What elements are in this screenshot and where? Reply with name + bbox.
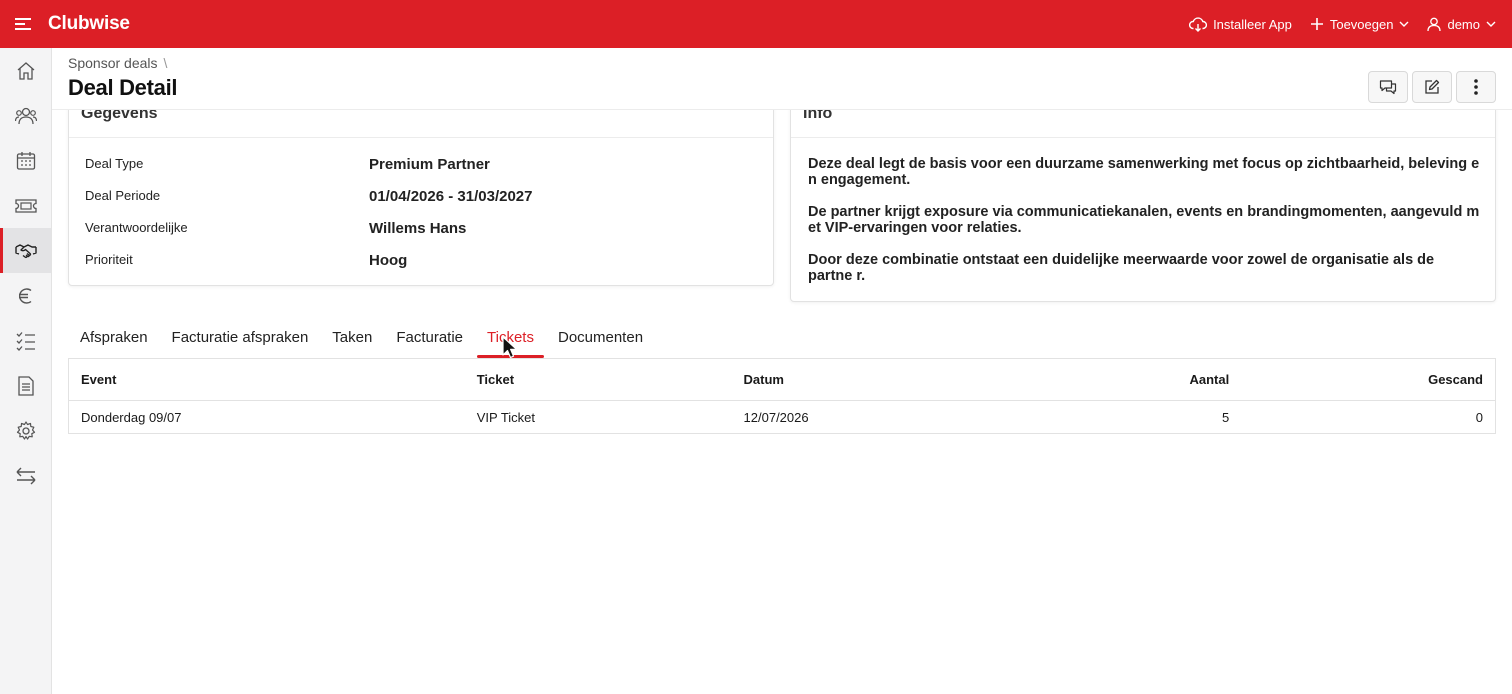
cell-ticket: VIP Ticket <box>476 409 536 425</box>
cell-event: Donderdag 09/07 <box>81 409 182 425</box>
chevron-down-icon <box>1399 21 1409 27</box>
field-label: Prioriteit <box>85 252 133 267</box>
tickets-table: Event Ticket Datum Aantal Gescand Donder… <box>68 358 1496 434</box>
tab-facturatie-afspraken[interactable]: Facturatie afspraken <box>160 320 321 358</box>
sidebar-item-sponsor-deals[interactable] <box>0 228 51 273</box>
users-icon <box>14 107 37 124</box>
more-options-button[interactable] <box>1456 71 1496 103</box>
top-bar: Clubwise Installeer App Toevoegen demo <box>0 0 1512 48</box>
home-icon <box>17 61 34 80</box>
tab-documenten[interactable]: Documenten <box>546 320 655 358</box>
field-value: Hoog <box>369 252 408 269</box>
field-prioriteit: Prioriteit Hoog <box>85 252 765 269</box>
field-deal-periode: Deal Periode 01/04/2026 - 31/03/2027 <box>85 188 765 205</box>
document-icon <box>17 375 34 396</box>
cell-gescand: 0 <box>1475 409 1483 425</box>
edit-icon <box>1425 79 1440 94</box>
tab-taken[interactable]: Taken <box>320 320 384 358</box>
breadcrumb-link-sponsor-deals[interactable]: Sponsor deals <box>68 55 158 71</box>
info-paragraph: Deze deal legt de basis voor een duurzam… <box>808 156 1480 188</box>
install-app-button[interactable]: Installeer App <box>1189 16 1292 32</box>
user-icon <box>1427 17 1442 31</box>
detail-tabs: Afspraken Facturatie afspraken Taken Fac… <box>68 320 655 358</box>
column-header-ticket[interactable]: Ticket <box>477 372 744 387</box>
table-row[interactable]: Donderdag 09/07 VIP Ticket 12/07/2026 5 … <box>69 401 1495 433</box>
tab-afspraken[interactable]: Afspraken <box>68 320 160 358</box>
sidebar <box>0 48 52 694</box>
field-verantwoordelijke: Verantwoordelijke Willems Hans <box>85 220 765 237</box>
add-menu-label: Toevoegen <box>1329 16 1394 32</box>
chevron-down-icon <box>1486 21 1496 27</box>
sidebar-item-tickets[interactable] <box>0 183 51 228</box>
gear-icon <box>16 420 35 440</box>
plus-icon <box>1310 18 1323 30</box>
user-menu-label: demo <box>1447 16 1480 32</box>
sidebar-item-calendar[interactable] <box>0 138 51 183</box>
info-paragraph: De partner krijgt exposure via communica… <box>808 204 1480 236</box>
breadcrumb: Sponsor deals \ <box>68 55 167 71</box>
transfer-icon <box>16 467 35 484</box>
breadcrumb-separator: \ <box>163 55 168 71</box>
gegevens-card: Gegevens Deal Type Premium Partner Deal … <box>68 90 774 286</box>
column-header-datum[interactable]: Datum <box>744 372 944 387</box>
table-header-row: Event Ticket Datum Aantal Gescand <box>69 359 1495 401</box>
info-card: Info Deze deal legt de basis voor een du… <box>790 90 1496 302</box>
add-menu-button[interactable]: Toevoegen <box>1310 17 1410 32</box>
cell-datum: 12/07/2026 <box>743 409 809 425</box>
app-brand[interactable]: Clubwise <box>48 13 130 35</box>
sidebar-item-contacts[interactable] <box>0 93 51 138</box>
more-vertical-icon <box>1474 79 1478 95</box>
menu-icon <box>15 18 31 30</box>
sidebar-item-home[interactable] <box>0 48 51 93</box>
field-label: Deal Periode <box>85 188 161 203</box>
field-label: Deal Type <box>85 156 144 171</box>
hamburger-menu-button[interactable] <box>0 0 48 48</box>
column-header-gescand[interactable]: Gescand <box>1229 372 1495 387</box>
tab-facturatie[interactable]: Facturatie <box>384 320 475 358</box>
chat-icon <box>1379 80 1397 95</box>
comments-button[interactable] <box>1368 71 1408 103</box>
page-header: Sponsor deals \ Deal Detail <box>52 48 1512 110</box>
sidebar-item-documents[interactable] <box>0 363 51 408</box>
sidebar-item-settings[interactable] <box>0 408 51 453</box>
checklist-icon <box>16 331 35 351</box>
install-app-label: Installeer App <box>1213 16 1292 32</box>
page-title: Deal Detail <box>68 75 178 100</box>
sidebar-item-transfers[interactable] <box>0 453 51 498</box>
ticket-icon <box>14 198 37 213</box>
user-menu-button[interactable]: demo <box>1427 17 1496 32</box>
column-header-aantal[interactable]: Aantal <box>943 372 1229 387</box>
edit-button[interactable] <box>1412 71 1452 103</box>
mouse-cursor-icon <box>502 336 518 359</box>
calendar-icon <box>16 151 35 170</box>
sidebar-item-finance[interactable] <box>0 273 51 318</box>
cell-aantal: 5 <box>1221 409 1230 425</box>
field-label: Verantwoordelijke <box>85 220 188 235</box>
column-header-event[interactable]: Event <box>69 372 477 387</box>
field-value: Willems Hans <box>369 220 467 237</box>
euro-icon <box>18 287 31 304</box>
cloud-download-icon <box>1189 17 1208 32</box>
field-value: Premium Partner <box>369 156 490 173</box>
sidebar-item-tasks[interactable] <box>0 318 51 363</box>
info-paragraph: Door deze combinatie ontstaat een duidel… <box>808 252 1435 284</box>
handshake-icon <box>14 243 37 258</box>
field-deal-type: Deal Type Premium Partner <box>85 156 765 173</box>
field-value: 01/04/2026 - 31/03/2027 <box>369 188 533 205</box>
